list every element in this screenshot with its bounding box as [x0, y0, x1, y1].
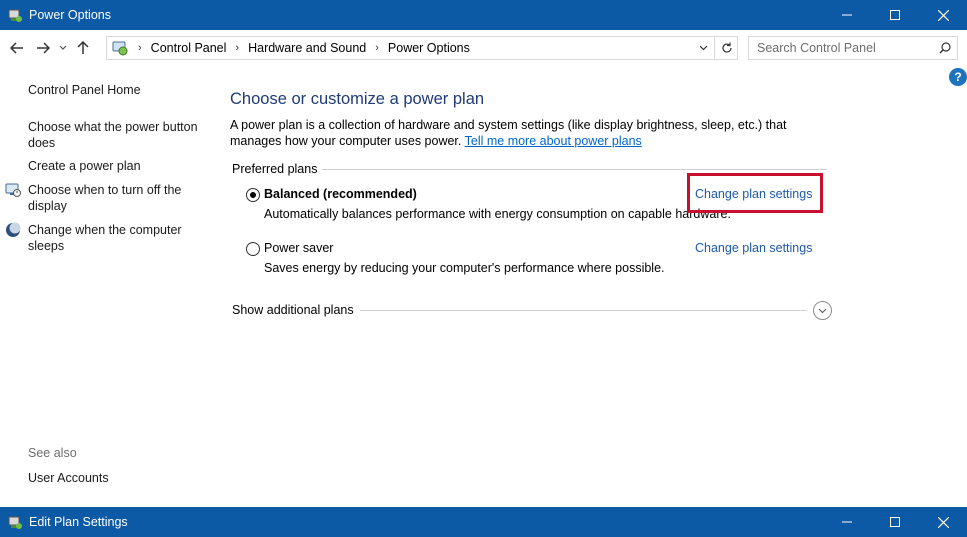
- change-plan-settings-link[interactable]: Change plan settings: [695, 241, 812, 255]
- power-options-icon: [7, 514, 23, 530]
- address-bar[interactable]: › Control Panel › Hardware and Sound › P…: [106, 36, 738, 60]
- see-also-heading: See also: [28, 446, 77, 460]
- breadcrumb-separator-icon: ›: [375, 42, 379, 54]
- moon-sleep-icon: [5, 222, 21, 238]
- breadcrumb-hardware-and-sound[interactable]: Hardware and Sound: [248, 41, 366, 55]
- power-saver-radio[interactable]: [246, 242, 260, 256]
- breadcrumb-separator-icon: ›: [235, 42, 240, 54]
- plan-description: Automatically balances performance with …: [264, 207, 731, 221]
- edit-plan-settings-titlebar: Edit Plan Settings: [0, 507, 967, 537]
- sidebar-item-user-accounts[interactable]: User Accounts: [28, 470, 208, 486]
- maximize-button[interactable]: [871, 507, 919, 537]
- close-button[interactable]: [919, 0, 967, 30]
- up-arrow-icon[interactable]: [70, 35, 96, 61]
- page-title: Choose or customize a power plan: [230, 90, 485, 108]
- preferred-plans-label: Preferred plans: [232, 162, 318, 176]
- refresh-icon[interactable]: [714, 36, 738, 60]
- breadcrumb-control-panel[interactable]: Control Panel: [151, 41, 227, 55]
- minimize-button[interactable]: [823, 507, 871, 537]
- sidebar: Control Panel Home Choose what the power…: [0, 66, 215, 507]
- window-titlebar: Power Options: [0, 0, 967, 30]
- sidebar-item-turn-off-display[interactable]: Choose when to turn off the display: [28, 182, 208, 214]
- plan-name[interactable]: Power saver: [264, 241, 333, 255]
- power-options-icon: [7, 7, 23, 23]
- divider: [322, 169, 827, 170]
- window-title: Power Options: [29, 8, 111, 22]
- maximize-button[interactable]: [871, 0, 919, 30]
- sidebar-item-computer-sleeps[interactable]: Change when the computer sleeps: [28, 222, 208, 254]
- expand-chevron-icon[interactable]: [813, 301, 832, 320]
- show-additional-plans-label[interactable]: Show additional plans: [232, 303, 354, 317]
- recent-locations-chevron-icon[interactable]: [56, 35, 70, 61]
- balanced-radio[interactable]: [246, 188, 260, 202]
- highlight-annotation-box: [687, 173, 823, 213]
- window-title: Edit Plan Settings: [29, 515, 128, 529]
- search-input[interactable]: [749, 41, 933, 55]
- forward-arrow-icon[interactable]: [30, 35, 56, 61]
- sidebar-item-power-button[interactable]: Choose what the power button does: [28, 119, 208, 151]
- help-icon[interactable]: ?: [949, 68, 967, 86]
- minimize-button[interactable]: [823, 0, 871, 30]
- sidebar-item-create-plan[interactable]: Create a power plan: [28, 158, 208, 174]
- close-button[interactable]: [919, 507, 967, 537]
- address-dropdown-chevron-icon[interactable]: [693, 37, 713, 59]
- plan-name[interactable]: Balanced (recommended): [264, 187, 417, 201]
- sidebar-item-control-panel-home[interactable]: Control Panel Home: [28, 82, 208, 98]
- learn-more-link[interactable]: Tell me more about power plans: [465, 134, 642, 148]
- search-icon[interactable]: [933, 42, 957, 54]
- navigation-bar: › Control Panel › Hardware and Sound › P…: [0, 30, 967, 66]
- display-power-icon: [5, 182, 21, 198]
- breadcrumb-separator-icon: ›: [138, 42, 142, 54]
- plan-description: Saves energy by reducing your computer's…: [264, 261, 665, 275]
- control-panel-icon: [111, 40, 129, 56]
- back-arrow-icon[interactable]: [4, 35, 30, 61]
- page-description: A power plan is a collection of hardware…: [230, 118, 787, 148]
- breadcrumb-power-options[interactable]: Power Options: [388, 41, 470, 55]
- divider: [360, 310, 807, 311]
- search-box[interactable]: [748, 36, 958, 60]
